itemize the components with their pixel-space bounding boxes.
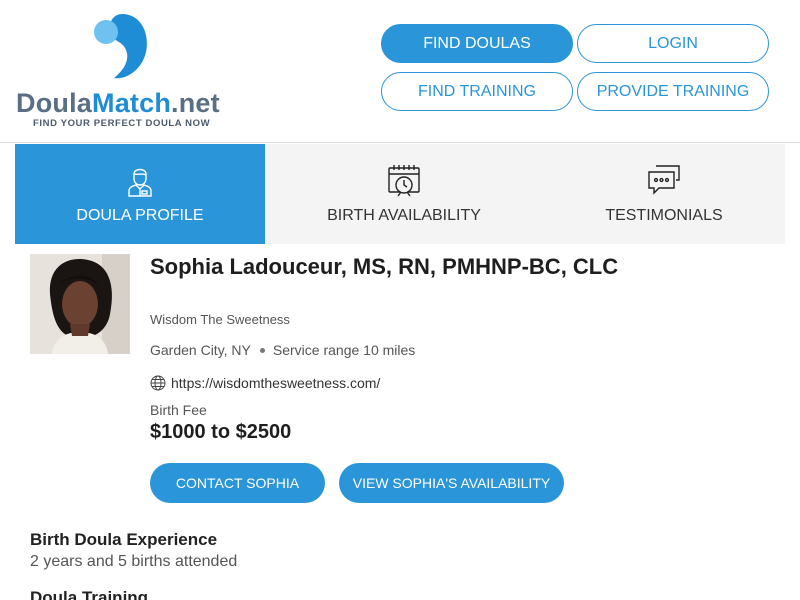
view-availability-button[interactable]: VIEW SOPHIA'S AVAILABILITY	[339, 463, 564, 503]
logo-word-net: .net	[171, 88, 220, 118]
fee-value: $1000 to $2500	[150, 421, 292, 443]
tab-birth-availability-label: BIRTH AVAILABILITY	[327, 207, 481, 224]
profile-tabs: DOULA PROFILE BIRTH AVAILABILITY TESTIMO…	[15, 144, 785, 244]
find-training-button[interactable]: FIND TRAINING	[381, 72, 573, 111]
logo-wordmark: DoulaMatch.net	[16, 88, 220, 119]
site-logo[interactable]: DoulaMatch.net FIND YOUR PERFECT DOULA N…	[16, 12, 226, 132]
website-url[interactable]: https://wisdomthesweetness.com/	[171, 375, 380, 391]
service-range: Service range 10 miles	[272, 342, 416, 358]
tab-testimonials-label: TESTIMONIALS	[605, 207, 723, 224]
location-line: Garden City, NY Service range 10 miles	[150, 342, 415, 358]
tab-doula-profile[interactable]: DOULA PROFILE	[15, 144, 265, 244]
separator-dot	[259, 347, 265, 353]
doula-photo	[30, 254, 130, 354]
logo-word-doula: Doula	[16, 88, 93, 118]
logo-word-match: Match	[92, 88, 172, 118]
logo-mark-icon	[94, 14, 147, 79]
logo-tagline: FIND YOUR PERFECT DOULA NOW	[33, 118, 211, 129]
city: Garden City, NY	[150, 342, 251, 358]
doula-name: Sophia Ladouceur, MS, RN, PMHNP-BC, CLC	[150, 254, 619, 279]
provide-training-button[interactable]: PROVIDE TRAINING	[577, 72, 769, 111]
globe-icon	[150, 375, 166, 391]
experience-text: 2 years and 5 births attended	[30, 553, 238, 570]
tab-doula-profile-label: DOULA PROFILE	[76, 207, 204, 224]
login-button[interactable]: LOGIN	[577, 24, 769, 63]
site-header: DoulaMatch.net FIND YOUR PERFECT DOULA N…	[0, 0, 800, 143]
experience-heading: Birth Doula Experience	[30, 530, 218, 549]
website-link[interactable]: https://wisdomthesweetness.com/	[150, 375, 380, 391]
profile-icon	[128, 168, 152, 197]
contact-button[interactable]: CONTACT SOPHIA	[150, 463, 325, 503]
business-name: Wisdom The Sweetness	[150, 312, 290, 327]
tab-testimonials[interactable]: TESTIMONIALS	[543, 144, 785, 244]
fee-label: Birth Fee	[150, 402, 207, 418]
find-doulas-button[interactable]: FIND DOULAS	[381, 24, 573, 63]
doula-portrait-image	[30, 254, 130, 354]
chat-bubbles-icon	[648, 165, 680, 195]
calendar-clock-icon	[388, 165, 420, 197]
training-heading: Doula Training	[30, 588, 149, 600]
tab-birth-availability[interactable]: BIRTH AVAILABILITY	[265, 144, 543, 244]
